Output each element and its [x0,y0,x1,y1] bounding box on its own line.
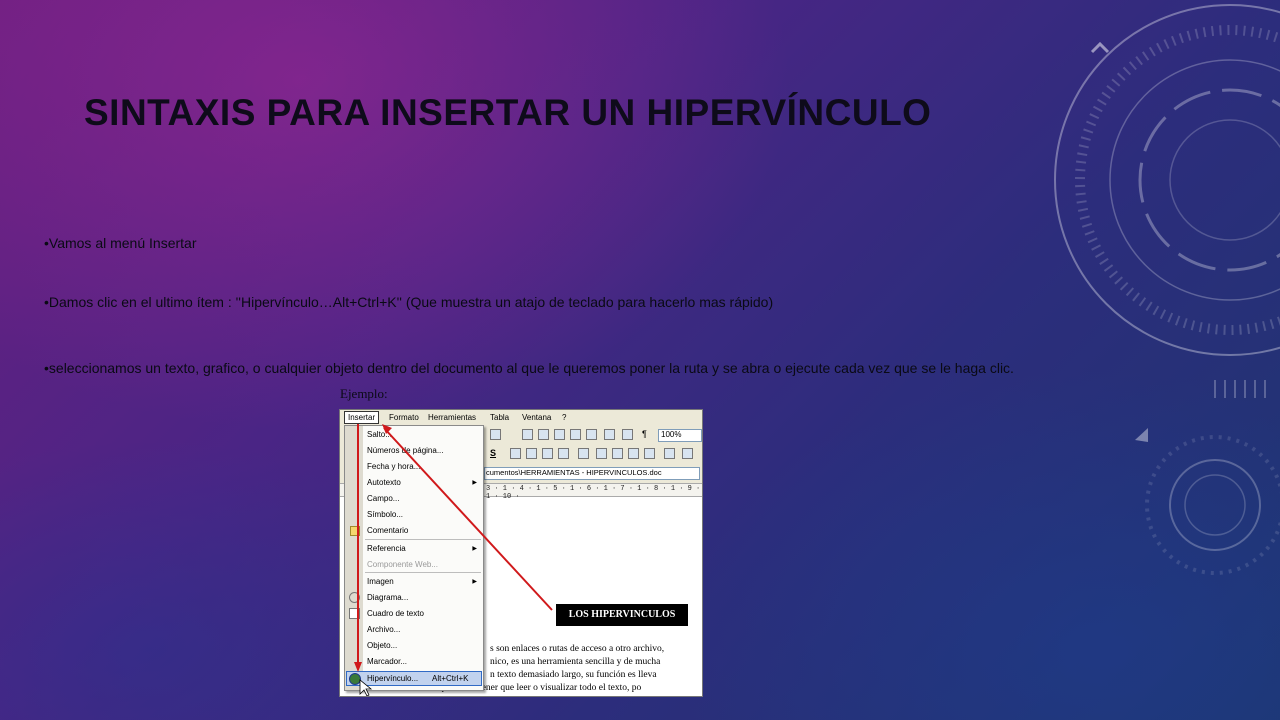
annotation-arrows [354,424,553,696]
bullet-step-3: •seleccionamos un texto, grafico, o cual… [44,360,1014,376]
bullet-step-1: •Vamos al menú Insertar [44,235,197,251]
word-screenshot: Insertar Formato Herramientas Tabla Vent… [339,409,703,697]
example-label: Ejemplo: [340,386,388,401]
slide-title: SINTAXIS PARA INSERTAR UN HIPERVÍNCULO [84,92,932,133]
bullet-step-2: •Damos clic en el ultimo ítem : ''Hiperv… [44,294,774,310]
